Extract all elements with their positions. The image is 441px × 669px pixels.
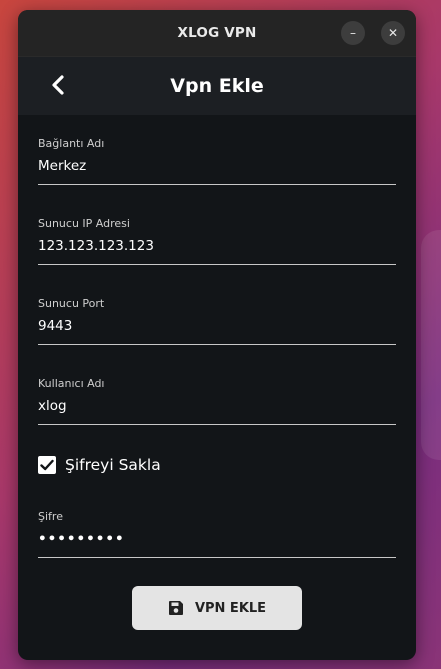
app-bar: Vpn Ekle bbox=[18, 56, 416, 115]
password-field[interactable]: Şifre ••••••••• bbox=[38, 510, 396, 558]
add-vpn-button-label: VPN EKLE bbox=[194, 600, 267, 616]
minimize-button[interactable]: – bbox=[341, 21, 365, 45]
password-label: Şifre bbox=[38, 510, 63, 523]
save-password-checkbox[interactable] bbox=[38, 456, 56, 474]
wallpaper-shape bbox=[421, 230, 441, 460]
username-input[interactable]: xlog bbox=[38, 398, 396, 416]
username-field[interactable]: Kullanıcı Adı xlog bbox=[38, 377, 396, 425]
save-icon bbox=[168, 600, 184, 616]
save-password-toggle[interactable]: Şifreyi Sakla bbox=[38, 456, 161, 474]
connection-name-label: Bağlantı Adı bbox=[38, 137, 105, 150]
page-title: Vpn Ekle bbox=[170, 75, 264, 97]
server-ip-field[interactable]: Sunucu IP Adresi 123.123.123.123 bbox=[38, 217, 396, 265]
close-icon: ✕ bbox=[387, 26, 399, 40]
save-password-label: Şifreyi Sakla bbox=[65, 456, 161, 474]
server-port-underline bbox=[38, 344, 396, 345]
minimize-icon: – bbox=[350, 26, 356, 40]
password-input[interactable]: ••••••••• bbox=[38, 531, 396, 549]
add-vpn-button[interactable]: VPN EKLE bbox=[132, 586, 302, 630]
server-ip-input[interactable]: 123.123.123.123 bbox=[38, 238, 396, 256]
window-title: XLOG VPN bbox=[177, 25, 257, 41]
connection-name-input[interactable]: Merkez bbox=[38, 158, 396, 176]
app-window: XLOG VPN – ✕ Vpn Ekle Bağlantı Adı Merke… bbox=[18, 10, 416, 660]
back-button[interactable] bbox=[46, 73, 70, 97]
title-bar: XLOG VPN – ✕ bbox=[18, 10, 416, 56]
connection-name-underline bbox=[38, 184, 396, 185]
password-underline bbox=[38, 557, 396, 558]
server-port-input[interactable]: 9443 bbox=[38, 318, 396, 336]
server-ip-underline bbox=[38, 264, 396, 265]
close-button[interactable]: ✕ bbox=[381, 21, 405, 45]
server-ip-label: Sunucu IP Adresi bbox=[38, 217, 130, 230]
chevron-left-icon bbox=[52, 75, 64, 95]
username-label: Kullanıcı Adı bbox=[38, 377, 105, 390]
connection-name-field[interactable]: Bağlantı Adı Merkez bbox=[38, 137, 396, 185]
server-port-field[interactable]: Sunucu Port 9443 bbox=[38, 297, 396, 345]
checkmark-icon bbox=[40, 459, 54, 471]
server-port-label: Sunucu Port bbox=[38, 297, 105, 310]
username-underline bbox=[38, 424, 396, 425]
